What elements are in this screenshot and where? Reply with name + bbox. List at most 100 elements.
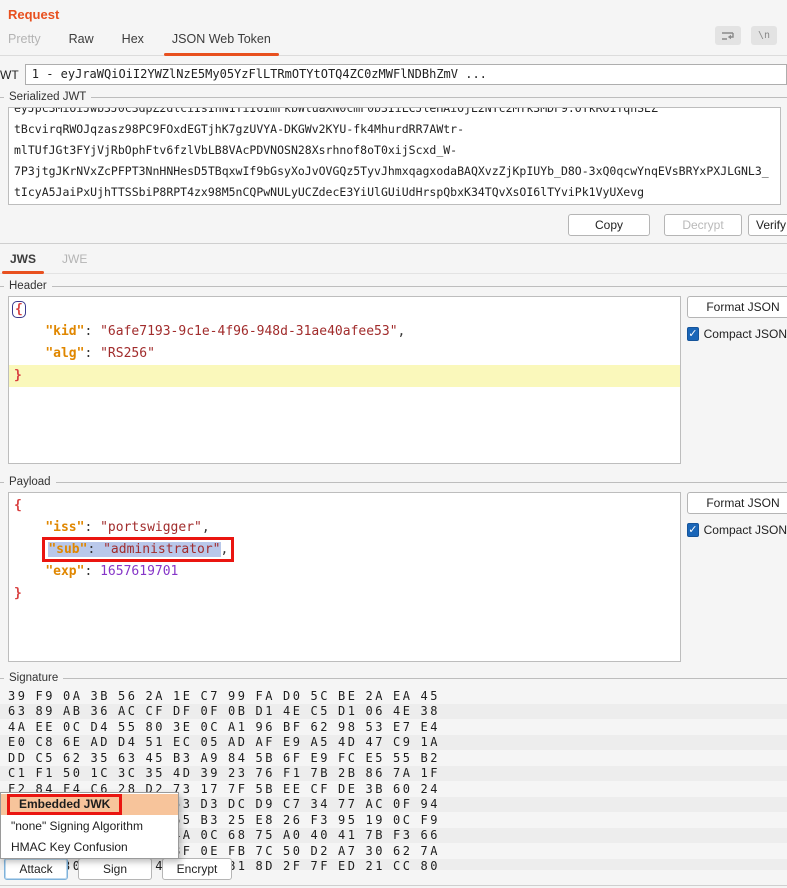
tab-hex[interactable]: Hex (122, 32, 144, 55)
hex-byte: D4 (118, 735, 138, 750)
jws-jwe-tabbar: JWS JWE (0, 244, 787, 274)
hex-byte: 47 (365, 735, 385, 750)
serialized-jwt-line: mlTUfJGt3FYjVjRbOphFtv6fzlVbLB8VAcPDVNOS… (14, 143, 458, 157)
code-line: { (9, 495, 680, 517)
payload-section-title: Payload (0, 476, 787, 488)
hex-byte: BE (338, 688, 358, 703)
sign-button[interactable]: Sign (78, 858, 152, 880)
tab-raw[interactable]: Raw (69, 32, 94, 55)
hex-byte: 24 (420, 781, 440, 796)
encrypt-button[interactable]: Encrypt (162, 858, 232, 880)
hex-byte: D0 (283, 688, 303, 703)
hex-byte: 62 (310, 719, 330, 734)
hex-byte: 39 (8, 688, 28, 703)
hex-byte: A7 (338, 843, 358, 858)
menu-item-none-signing-algorithm[interactable]: "none" Signing Algorithm (1, 815, 178, 836)
code-token: "RS256" (100, 346, 155, 361)
hex-byte: 2A (365, 688, 385, 703)
serialized-jwt-textarea[interactable]: eyJpc3MiOiJwb3J0c3dpZ2dlciIsInN1YiI6ImFk… (8, 107, 781, 205)
code-token: } (14, 368, 22, 383)
hex-byte: DC (228, 797, 248, 812)
hex-byte: 51 (145, 735, 165, 750)
hex-byte: D2 (310, 843, 330, 858)
code-line: "iss": "portswigger", (9, 517, 680, 539)
hex-byte: 60 (393, 781, 413, 796)
hex-byte: 30 (365, 843, 385, 858)
context-menu: Embedded JWK "none" Signing Algorithm HMAC… (0, 792, 179, 859)
hex-byte: 7B (365, 828, 385, 843)
hex-byte: BF (283, 719, 303, 734)
hex-byte: C7 (200, 688, 220, 703)
copy-button[interactable]: Copy (568, 214, 650, 236)
hex-byte: 1C (90, 766, 110, 781)
hex-byte: DF (173, 704, 193, 719)
payload-format-json-button[interactable]: Format JSON (687, 492, 787, 514)
verify-button[interactable]: Verify (748, 214, 787, 236)
hex-byte: 0E (200, 843, 220, 858)
payload-json-editor[interactable]: { "iss": "portswigger", "sub": "administ… (8, 492, 681, 662)
hex-byte: EE (35, 719, 55, 734)
hex-byte: F3 (393, 828, 413, 843)
hex-byte: 94 (420, 797, 440, 812)
serialized-jwt-title: Serialized JWT (0, 91, 787, 103)
hex-byte: 0C (200, 828, 220, 843)
code-token: "administrator" (103, 542, 221, 557)
hex-byte: AB (63, 704, 83, 719)
hex-byte: 50 (63, 766, 83, 781)
hex-byte: 3B (365, 781, 385, 796)
header-format-json-button[interactable]: Format JSON (687, 296, 787, 318)
hex-byte: 4A (8, 719, 28, 734)
header-compact-json-checkbox[interactable]: ✓ (687, 327, 699, 341)
hex-byte: 06 (365, 704, 385, 719)
tab-jws[interactable]: JWS (1, 252, 45, 274)
header-section: { "kid": "6afe7193-9c1e-4f96-948d-31ae40… (0, 296, 787, 464)
hex-byte: 35 (145, 766, 165, 781)
hex-byte: 05 (200, 735, 220, 750)
hex-byte: C7 (283, 797, 303, 812)
jwt-selector-combobox[interactable]: 1 - eyJraWQiOiI2YWZlNzE5My05YzFlLTRmOTYt… (24, 64, 787, 85)
editor-corner-icons: \n (715, 26, 777, 45)
payload-compact-json-label: Compact JSON (703, 523, 787, 537)
hex-byte: 56 (118, 688, 138, 703)
wrap-icon[interactable] (715, 26, 741, 45)
tab-jwe: JWE (62, 252, 88, 266)
serialized-jwt-line: eyJpc3MiOiJwb3J0c3dpZ2dlciIsInN1YiI6ImFk… (14, 107, 658, 115)
hex-byte: A1 (228, 719, 248, 734)
payload-compact-json-checkbox[interactable]: ✓ (687, 523, 699, 537)
hex-byte: 45 (145, 750, 165, 765)
hex-byte: 23 (228, 766, 248, 781)
code-token: , (397, 324, 406, 339)
hex-byte: EC (173, 735, 193, 750)
decrypt-button: Decrypt (664, 214, 742, 236)
hex-byte: 1E (173, 688, 193, 703)
hex-byte: 63 (118, 750, 138, 765)
serialized-jwt-line: tBcvirqRWOJqzasz98PC9FOxdEGTjhK7gzUVYA-D… (14, 122, 465, 136)
hex-byte: 0C (393, 812, 413, 827)
hex-byte: 63 (8, 704, 28, 719)
hex-byte: D4 (90, 719, 110, 734)
menu-item-embedded-jwk[interactable]: Embedded JWK (1, 794, 178, 815)
hex-byte: C5 (310, 704, 330, 719)
newline-icon[interactable]: \n (751, 26, 777, 45)
hex-byte: F1 (283, 766, 303, 781)
hex-byte: 7B (310, 766, 330, 781)
signature-section-title: Signature (0, 672, 787, 684)
header-section-title: Header (0, 280, 787, 292)
jwt-selector-row: WT 1 - eyJraWQiOiI2YWZlNzE5My05YzFlLTRmO… (0, 64, 787, 85)
hex-byte: 35 (90, 750, 110, 765)
tab-pretty: Pretty (8, 32, 41, 46)
menu-item-hmac-key-confusion[interactable]: HMAC Key Confusion (1, 836, 178, 857)
tab-json-web-token[interactable]: JSON Web Token (163, 32, 279, 56)
header-json-editor[interactable]: { "kid": "6afe7193-9c1e-4f96-948d-31ae40… (8, 296, 681, 464)
hex-row: E0 C8 6E AD D4 51 EC 05 AD AF E9 A5 4D 47 C9 1A (0, 734, 787, 750)
hex-byte: 3C (118, 766, 138, 781)
code-token: : (84, 324, 101, 339)
hex-byte: E0 (8, 735, 28, 750)
page-title: Request (8, 7, 60, 22)
attack-button[interactable]: Attack (4, 858, 68, 880)
code-line: "exp": 1657619701 (9, 561, 680, 583)
code-token: : (84, 346, 101, 361)
hex-byte: CF (145, 704, 165, 719)
hex-byte: 6F (283, 750, 303, 765)
code-token: : (84, 564, 101, 579)
